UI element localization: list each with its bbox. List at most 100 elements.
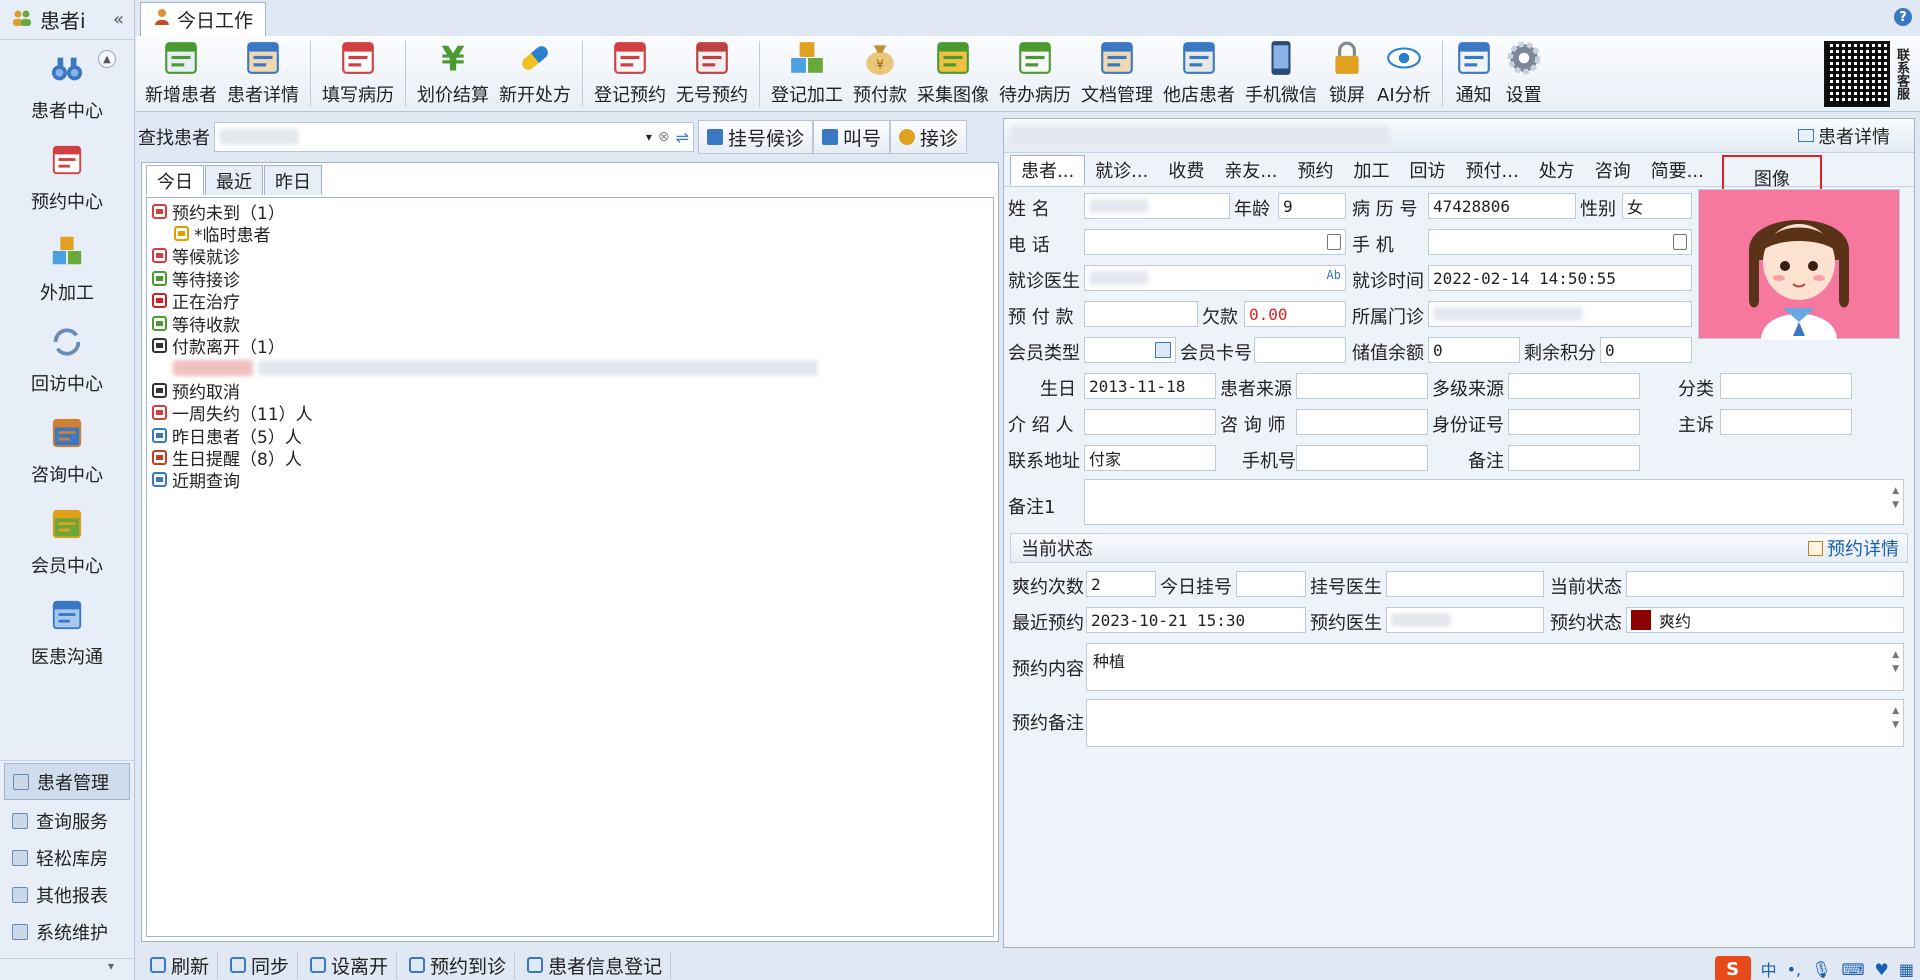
clinic-field[interactable] [1428, 301, 1692, 327]
multi-source-field[interactable] [1508, 373, 1640, 399]
source-field[interactable] [1296, 373, 1428, 399]
detail-tab[interactable]: 患者... [1010, 154, 1086, 185]
record-no-field[interactable]: 47428806 [1428, 193, 1576, 219]
toolbar-button[interactable]: ¥ 预付款 [848, 37, 912, 111]
toolbar-button[interactable]: 文档管理 [1076, 37, 1158, 111]
sidebar-expand-icon[interactable]: ▾ [0, 958, 134, 980]
copy-icon[interactable] [1327, 234, 1341, 250]
copy-icon[interactable] [1673, 234, 1687, 250]
stored-field[interactable]: 0 [1428, 337, 1520, 363]
sidebar-nav-item[interactable]: 咨询中心 [0, 406, 134, 497]
toolbar-button[interactable]: 锁屏 [1322, 37, 1372, 111]
list-tab[interactable]: 昨日 [264, 165, 322, 195]
toolbar-button[interactable]: 新增患者 [140, 37, 222, 111]
doctor-field[interactable]: Ab [1084, 265, 1346, 291]
collapse-icon[interactable]: « [113, 9, 124, 30]
debt-field[interactable]: 0.00 [1244, 301, 1346, 327]
referrer-field[interactable] [1084, 409, 1216, 435]
search-input[interactable]: ▾ ⊗ ⇌ [214, 122, 694, 152]
clear-icon[interactable]: ⊗ [658, 129, 670, 145]
search-action-button[interactable]: 接诊 [890, 120, 968, 154]
member-type-field[interactable] [1084, 337, 1176, 363]
ime-mode[interactable]: 中 [1761, 957, 1777, 980]
category-field[interactable] [1720, 373, 1852, 399]
appt-doctor-field[interactable] [1386, 607, 1544, 633]
tree-item[interactable]: 等候就诊 [151, 245, 989, 268]
appt-note-textarea[interactable]: ▲ ▼ [1086, 699, 1904, 747]
tree-item[interactable]: 生日提醒（8）人 [151, 446, 989, 470]
customer-service-qr[interactable]: 联系客服 [1824, 40, 1910, 108]
tree-item[interactable]: 等待接诊 [151, 267, 989, 291]
toolbar-button[interactable]: 采集图像 [912, 37, 994, 111]
age-field[interactable]: 9 [1278, 193, 1346, 219]
toolbar-button[interactable]: 待办病历 [994, 37, 1076, 111]
tree-item[interactable]: 等待收款 [151, 312, 989, 336]
sidebar-group-item[interactable]: 系统维护 [0, 913, 134, 950]
dropdown-icon[interactable]: ▾ [646, 130, 652, 144]
toolbar-button[interactable]: 通知 [1449, 37, 1499, 111]
tree-item[interactable]: 正在治疗 [151, 290, 989, 313]
ime-logo-icon[interactable]: S [1714, 956, 1751, 980]
toolbar-button[interactable]: 登记加工 [766, 37, 848, 111]
detail-tab[interactable]: 回访 [1400, 155, 1456, 185]
spellcheck-icon[interactable]: Ab [1327, 268, 1341, 282]
tab-today-work[interactable]: 今日工作 [140, 2, 267, 36]
detail-tab[interactable]: 简要... [1641, 155, 1714, 185]
current-status-field[interactable] [1626, 571, 1904, 597]
appt-status-field[interactable]: 爽约 [1626, 607, 1904, 633]
tree-item[interactable]: *临时患者 [151, 222, 989, 246]
sidebar-nav-item[interactable]: 外加工 [0, 224, 134, 315]
phone-field[interactable] [1084, 229, 1346, 255]
sidebar-nav-item[interactable]: 医患沟通 [0, 588, 134, 679]
bottom-action-button[interactable]: 患者信息登记 [519, 951, 672, 979]
complaint-field[interactable] [1720, 409, 1852, 435]
toolbar-button[interactable]: 新开处方 [494, 37, 576, 111]
last-appt-field[interactable]: 2023-10-21 15:30 [1086, 607, 1306, 633]
detail-tab[interactable]: 亲友... [1214, 155, 1287, 185]
toolbar-button[interactable]: 设置 [1499, 37, 1549, 111]
list-tab[interactable]: 今日 [146, 165, 204, 195]
keyboard-icon[interactable]: ⌨ [1841, 960, 1864, 979]
tree-item[interactable]: 预约未到（1） [151, 200, 989, 224]
sidebar-nav-item[interactable]: 回访中心 [0, 315, 134, 406]
scroll-arrows-icon[interactable]: ▲ ▼ [1892, 484, 1899, 512]
scroll-arrows-icon[interactable]: ▲ ▼ [1892, 648, 1899, 676]
consultant-field[interactable] [1296, 409, 1428, 435]
help-icon[interactable]: ? [1894, 8, 1912, 26]
bottom-action-button[interactable]: 设离开 [302, 951, 398, 979]
tree-item[interactable]: 付款离开（1） [151, 334, 989, 358]
list-tab[interactable]: 最近 [205, 165, 263, 195]
bottom-action-button[interactable]: 同步 [222, 951, 299, 979]
search-action-button[interactable]: 挂号候诊 [698, 120, 814, 154]
detail-tab[interactable]: 就诊... [1085, 155, 1158, 185]
gender-field[interactable]: 女 [1622, 193, 1692, 219]
scroll-arrows-icon[interactable]: ▲ ▼ [1892, 704, 1899, 732]
note1-textarea[interactable]: ▲ ▼ [1084, 479, 1904, 525]
patient-detail-link[interactable]: 患者详情 [1798, 123, 1890, 149]
reg-doctor-field[interactable] [1386, 571, 1544, 597]
toolbar-button[interactable]: AI分析 [1372, 37, 1436, 111]
detail-tab[interactable]: 收费 [1158, 155, 1214, 185]
punctuation-icon[interactable]: •, [1787, 960, 1802, 979]
today-reg-field[interactable] [1236, 571, 1306, 597]
sidebar-nav-item[interactable]: 预约中心 [0, 133, 134, 224]
toolbar-button[interactable]: 登记预约 [589, 37, 671, 111]
mic-icon[interactable]: 🎙 [1811, 960, 1831, 979]
name-field[interactable] [1084, 193, 1230, 219]
sidebar-group-item[interactable]: 查询服务 [0, 802, 134, 839]
skin-icon[interactable]: ♥ [1875, 960, 1889, 979]
detail-tab[interactable]: 咨询 [1585, 155, 1641, 185]
toolbar-button[interactable]: 他店患者 [1158, 37, 1240, 111]
sidebar-nav-item[interactable]: 患者中心 [0, 42, 134, 133]
member-picker-icon[interactable] [1155, 342, 1171, 358]
visit-time-field[interactable]: 2022-02-14 14:50:55 [1428, 265, 1692, 291]
card-no-field[interactable] [1254, 337, 1346, 363]
tree-item[interactable]: 预约取消 [151, 379, 989, 403]
detail-tab[interactable]: 预付... [1456, 155, 1529, 185]
detail-tab[interactable]: 预约 [1288, 155, 1344, 185]
toolbar-button[interactable]: ¥ 划价结算 [412, 37, 494, 111]
id-no-field[interactable] [1508, 409, 1640, 435]
patient-photo[interactable] [1698, 189, 1900, 340]
search-action-button[interactable]: 叫号 [813, 120, 891, 154]
prepay-field[interactable] [1084, 301, 1198, 327]
